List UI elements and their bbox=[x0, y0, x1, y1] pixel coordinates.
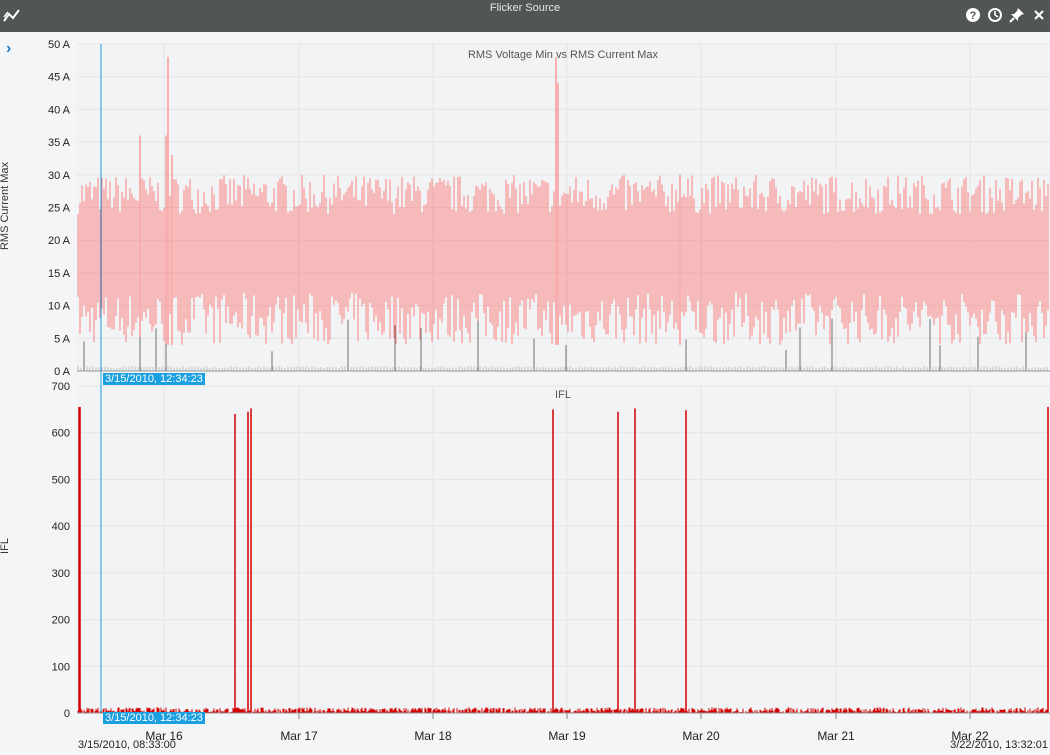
x-tick-label: Mar 19 bbox=[548, 729, 586, 743]
bottom-y-tick-label: 300 bbox=[52, 568, 70, 580]
cursor-timestamp-top: 3/15/2010, 12:34:23 bbox=[103, 373, 205, 385]
x-tick-label: Mar 18 bbox=[414, 729, 452, 743]
top-y-tick-label: 0 A bbox=[54, 366, 71, 378]
x-axis-start-label: 3/15/2010, 08:33:00 bbox=[78, 739, 176, 751]
bottom-y-tick-label: 100 bbox=[52, 661, 70, 673]
top-y-tick-label: 15 A bbox=[48, 268, 71, 280]
top-y-tick-label: 45 A bbox=[48, 72, 71, 84]
bottom-y-tick-label: 500 bbox=[52, 474, 70, 486]
x-axis-end-label: 3/22/2010, 13:32:01 bbox=[950, 739, 1048, 751]
top-chart-title: RMS Voltage Min vs RMS Current Max bbox=[468, 49, 659, 61]
top-y-tick-label: 5 A bbox=[54, 333, 71, 345]
bottom-plot-area[interactable] bbox=[77, 386, 1050, 713]
top-y-tick-label: 10 A bbox=[48, 301, 71, 313]
top-y-tick-label: 50 A bbox=[48, 39, 71, 51]
bottom-y-tick-label: 700 bbox=[52, 381, 70, 393]
x-tick-label: Mar 20 bbox=[682, 729, 720, 743]
top-y-tick-label: 30 A bbox=[48, 170, 71, 182]
bottom-y-tick-label: 400 bbox=[52, 521, 70, 533]
cursor-timestamp-bottom: 3/15/2010, 12:34:23 bbox=[103, 712, 205, 724]
top-y-tick-label: 20 A bbox=[48, 235, 71, 247]
top-y-tick-label: 40 A bbox=[48, 104, 71, 116]
x-tick-label: Mar 21 bbox=[817, 729, 855, 743]
x-tick-label: Mar 17 bbox=[280, 729, 318, 743]
bottom-chart-title: IFL bbox=[555, 389, 571, 401]
top-y-tick-label: 35 A bbox=[48, 137, 71, 149]
bottom-y-tick-label: 200 bbox=[52, 615, 70, 627]
bottom-y-tick-label: 600 bbox=[52, 428, 70, 440]
bottom-y-tick-label: 0 bbox=[64, 708, 70, 720]
top-y-tick-label: 25 A bbox=[48, 203, 71, 215]
